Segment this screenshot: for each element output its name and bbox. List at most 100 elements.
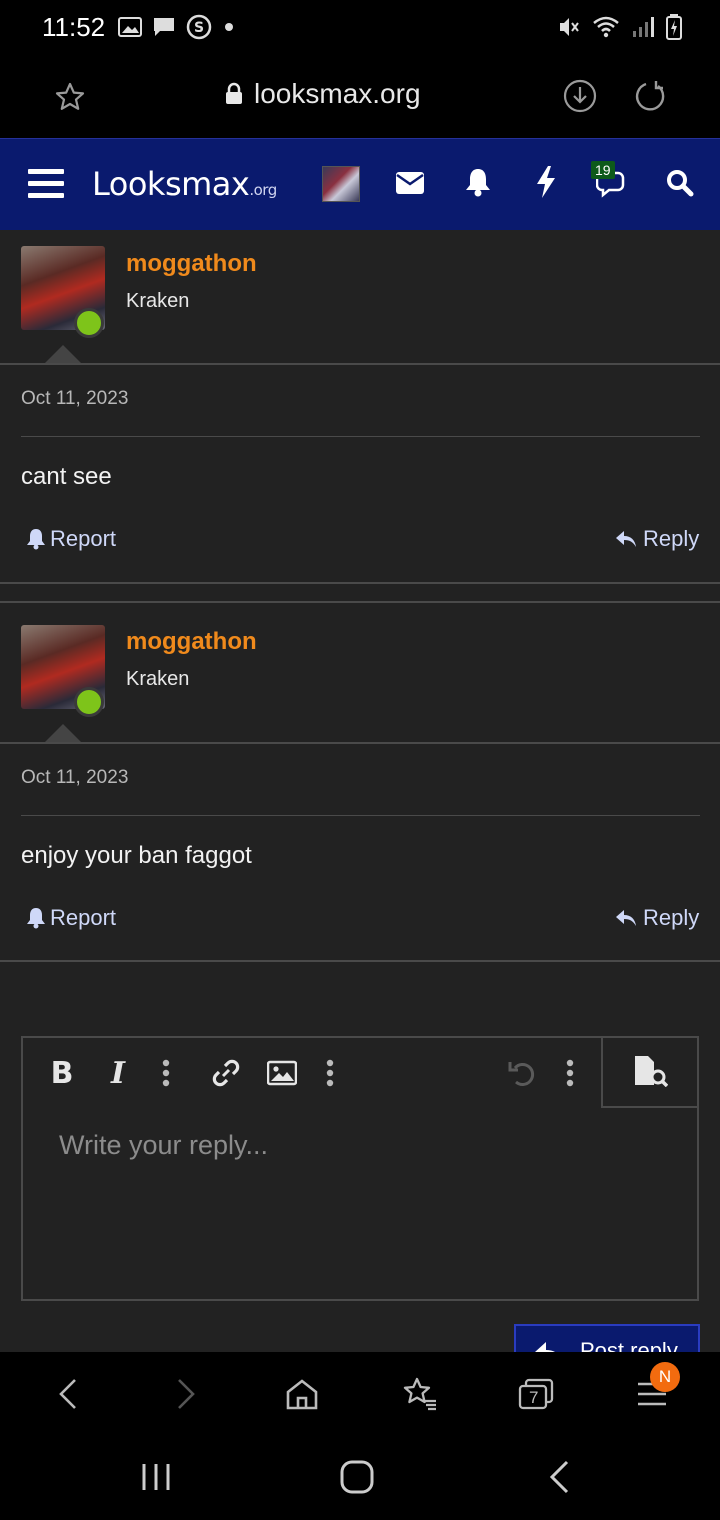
home-button[interactable] bbox=[282, 1374, 322, 1414]
s-icon: S bbox=[186, 14, 212, 40]
recents-icon[interactable] bbox=[140, 1462, 172, 1492]
more-options-button[interactable] bbox=[313, 1056, 347, 1090]
status-time: 11:52 bbox=[42, 12, 106, 42]
download-icon[interactable] bbox=[562, 78, 598, 114]
post-message: cant see bbox=[21, 463, 112, 490]
battery-icon bbox=[666, 14, 682, 40]
user-title: Kraken bbox=[126, 668, 190, 690]
post-message: enjoy your ban faggot bbox=[21, 842, 252, 869]
reply-textarea-placeholder[interactable]: Write your reply... bbox=[59, 1130, 268, 1161]
thread-content: moggathon Kraken Oct 11, 2023 cant see R… bbox=[0, 230, 720, 1352]
more-options-button[interactable] bbox=[149, 1056, 183, 1090]
italic-icon: I bbox=[110, 1055, 126, 1091]
search-icon[interactable] bbox=[666, 169, 694, 197]
bell-icon bbox=[27, 529, 45, 550]
signal-icon bbox=[633, 17, 654, 37]
post-date[interactable]: Oct 11, 2023 bbox=[21, 767, 128, 789]
back-button[interactable] bbox=[48, 1374, 88, 1414]
more-options-button[interactable] bbox=[553, 1056, 587, 1090]
reply-icon bbox=[535, 1342, 555, 1352]
undo-button[interactable] bbox=[505, 1056, 539, 1090]
image-icon bbox=[118, 17, 142, 37]
post-separator bbox=[0, 960, 720, 962]
user-arrow bbox=[44, 724, 82, 743]
image-button[interactable] bbox=[265, 1056, 299, 1090]
more-icon bbox=[162, 1059, 170, 1087]
report-button[interactable]: Report bbox=[26, 526, 116, 552]
dot-icon bbox=[225, 23, 233, 31]
user-title: Kraken bbox=[126, 290, 190, 312]
post-reply-button[interactable]: Post reply bbox=[514, 1324, 700, 1352]
reply-editor[interactable]: B I Write your reply... bbox=[21, 1036, 699, 1301]
reply-icon bbox=[616, 910, 636, 926]
image-icon bbox=[267, 1060, 297, 1086]
home-icon bbox=[286, 1379, 318, 1410]
reply-button[interactable]: Reply bbox=[615, 905, 699, 931]
username[interactable]: moggathon bbox=[126, 250, 257, 278]
reload-icon[interactable] bbox=[632, 78, 668, 114]
bolt-icon[interactable] bbox=[534, 165, 558, 199]
divider bbox=[0, 363, 720, 365]
preview-icon bbox=[635, 1056, 668, 1087]
notification-badge: N bbox=[650, 1362, 680, 1392]
editor-toolbar: B I bbox=[23, 1036, 697, 1110]
link-icon bbox=[212, 1059, 240, 1087]
online-indicator bbox=[74, 308, 104, 338]
more-icon bbox=[566, 1059, 574, 1087]
status-bar: 11:52 S bbox=[0, 0, 720, 56]
status-icons-left: S bbox=[118, 14, 236, 40]
lock-icon bbox=[226, 82, 242, 104]
status-icons-right bbox=[556, 14, 682, 40]
divider bbox=[21, 436, 700, 437]
report-label: Report bbox=[50, 526, 117, 551]
user-arrow bbox=[44, 345, 82, 364]
logo-text: Looksmax bbox=[92, 165, 250, 203]
post: moggathon Kraken Oct 11, 2023 enjoy your… bbox=[0, 609, 720, 961]
online-indicator bbox=[74, 687, 104, 717]
more-icon bbox=[326, 1059, 334, 1087]
back-icon[interactable] bbox=[548, 1460, 570, 1494]
bell-icon[interactable] bbox=[464, 167, 492, 197]
bold-icon: B bbox=[50, 1055, 74, 1091]
home-icon[interactable] bbox=[340, 1460, 374, 1494]
bookmarks-icon bbox=[403, 1377, 436, 1411]
url-field[interactable]: looksmax.org bbox=[224, 78, 421, 110]
link-button[interactable] bbox=[209, 1056, 243, 1090]
report-label: Report bbox=[50, 905, 117, 930]
conversations-badge: 19 bbox=[591, 161, 615, 179]
forward-button[interactable] bbox=[166, 1374, 206, 1414]
reply-label: Reply bbox=[643, 526, 700, 551]
bookmarks-button[interactable] bbox=[400, 1374, 440, 1414]
logo-suffix: .org bbox=[249, 181, 277, 199]
divider bbox=[21, 815, 700, 816]
post-separator bbox=[0, 582, 720, 584]
star-icon[interactable] bbox=[54, 81, 86, 113]
forward-icon bbox=[178, 1379, 195, 1409]
post-separator bbox=[0, 601, 720, 603]
back-icon bbox=[59, 1379, 76, 1409]
reply-button[interactable]: Reply bbox=[615, 526, 699, 552]
mute-icon bbox=[560, 18, 579, 36]
bell-icon bbox=[27, 908, 45, 929]
tabs-button[interactable]: 7 bbox=[516, 1374, 556, 1414]
preview-button[interactable] bbox=[601, 1036, 697, 1108]
menu-icon[interactable] bbox=[28, 167, 64, 199]
post: moggathon Kraken Oct 11, 2023 cant see R… bbox=[0, 230, 720, 582]
undo-icon bbox=[508, 1062, 535, 1086]
browser-address-bar: looksmax.org bbox=[0, 56, 720, 138]
bold-button[interactable]: B bbox=[45, 1055, 79, 1091]
mail-icon[interactable] bbox=[395, 171, 425, 195]
conversations-button[interactable]: 19 bbox=[590, 161, 634, 205]
reply-icon bbox=[616, 531, 636, 547]
site-logo[interactable]: Looksmax.org bbox=[92, 165, 277, 203]
post-date[interactable]: Oct 11, 2023 bbox=[21, 388, 128, 410]
chat-icon bbox=[154, 18, 174, 36]
avatar[interactable] bbox=[322, 166, 360, 202]
report-button[interactable]: Report bbox=[26, 905, 116, 931]
reply-label: Reply bbox=[643, 905, 700, 930]
svg-text:S: S bbox=[194, 20, 204, 36]
site-header: Looksmax.org 19 bbox=[0, 138, 720, 230]
italic-button[interactable]: I bbox=[101, 1055, 135, 1091]
post-reply-label: Post reply bbox=[580, 1338, 678, 1352]
username[interactable]: moggathon bbox=[126, 628, 257, 656]
